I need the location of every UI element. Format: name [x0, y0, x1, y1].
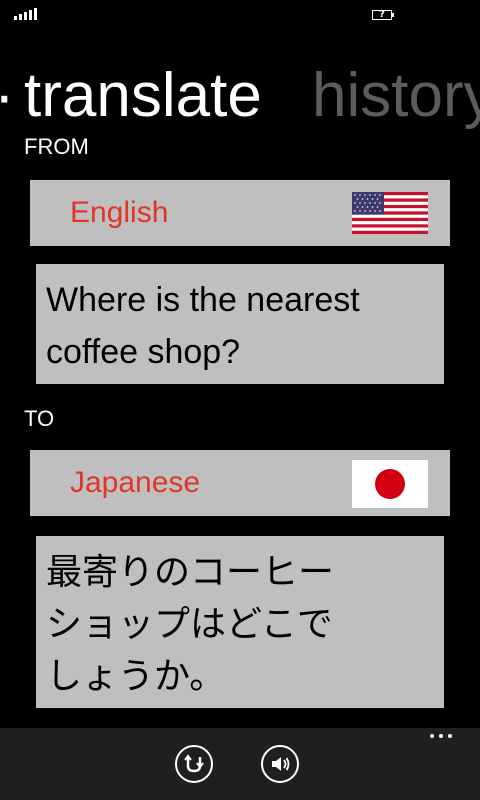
from-label: FROM: [24, 134, 89, 159]
from-language-selector[interactable]: English: [30, 180, 450, 246]
to-label: TO: [24, 406, 55, 431]
more-options-ellipsis-icon[interactable]: [430, 734, 452, 738]
from-language-name: English: [70, 196, 169, 229]
source-text-box[interactable]: Where is the nearest coffee shop?: [36, 264, 444, 384]
speaker-icon: [272, 757, 290, 771]
pivot-header: · translate history: [0, 60, 480, 132]
japan-flag-icon: [352, 460, 428, 508]
translated-text: 最寄りのコーヒー ショップはどこで しょうか。: [46, 551, 335, 696]
speak-button[interactable]: [261, 745, 299, 783]
swap-icon: [184, 754, 204, 773]
battery-indicator: ?: [379, 9, 385, 20]
pivot-tab-history[interactable]: history: [312, 60, 480, 132]
to-language-name: Japanese: [70, 466, 201, 499]
app-bar: [0, 728, 480, 800]
to-language-selector[interactable]: Japanese: [30, 450, 450, 516]
battery-icon: ?: [372, 9, 396, 22]
pivot-prev-edge: ·: [0, 60, 15, 131]
status-bar: ?: [0, 0, 480, 32]
us-flag-icon: [352, 192, 428, 234]
source-text: Where is the nearest coffee shop?: [46, 281, 360, 371]
pivot-tab-translate[interactable]: translate: [24, 60, 262, 132]
swap-languages-button[interactable]: [175, 745, 213, 783]
signal-strength-icon: [14, 8, 37, 20]
translated-text-box[interactable]: 最寄りのコーヒー ショップはどこで しょうか。: [36, 536, 444, 708]
